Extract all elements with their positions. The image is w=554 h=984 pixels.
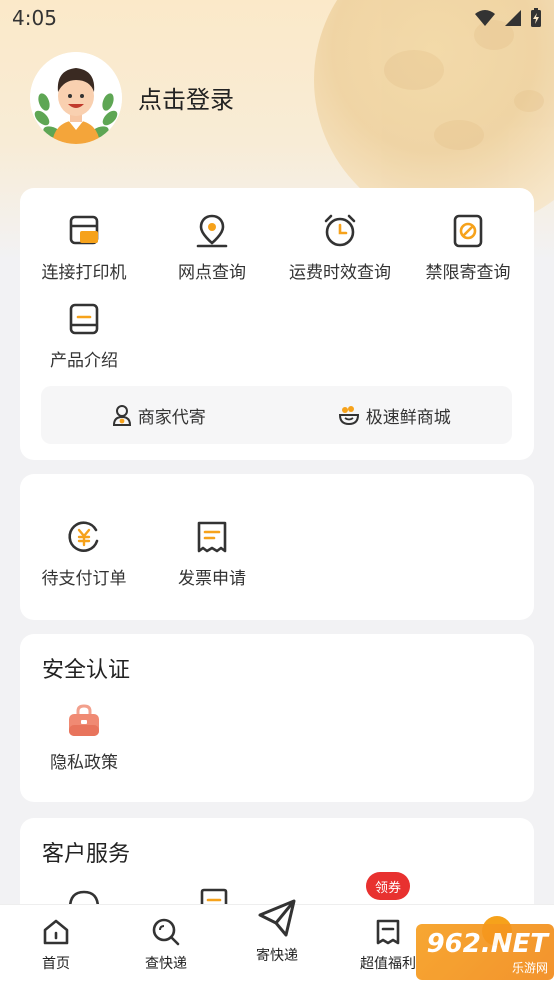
printer-icon bbox=[69, 215, 99, 245]
invoice-icon bbox=[197, 521, 227, 553]
alarm-clock-icon bbox=[324, 214, 356, 247]
search-icon bbox=[152, 918, 180, 946]
pending-payment-orders-label: 待支付订单 bbox=[41, 569, 127, 589]
nav-track-package[interactable]: 查快递 bbox=[126, 917, 206, 973]
fresh-mall-button[interactable]: 极速鲜商城 bbox=[277, 403, 513, 428]
merchant-shipping-label: 商家代寄 bbox=[137, 407, 206, 428]
connect-printer-button[interactable]: 连接打印机 bbox=[20, 212, 148, 283]
customer-service-section-title: 客户服务 bbox=[42, 842, 131, 867]
status-time: 4:05 bbox=[12, 6, 57, 30]
avatar-illustration-icon bbox=[30, 52, 122, 144]
tools-card: 连接打印机 网点查询 运费时效查询 禁限寄查询 产品介绍 商家代寄 极速鲜商城 bbox=[20, 188, 534, 460]
privacy-policy-button[interactable]: 隐私政策 bbox=[20, 702, 148, 773]
invoice-request-label: 发票申请 bbox=[178, 569, 246, 589]
nav-home[interactable]: 首页 bbox=[16, 917, 96, 973]
yuan-payment-icon bbox=[68, 521, 99, 552]
nav-home-label: 首页 bbox=[42, 956, 70, 972]
battery-icon bbox=[531, 8, 541, 27]
merchant-shipping-button[interactable]: 商家代寄 bbox=[41, 403, 277, 428]
outlet-query-button[interactable]: 网点查询 bbox=[148, 212, 276, 283]
status-bar: 4:05 bbox=[0, 0, 554, 36]
coupon-badge[interactable]: 领券 bbox=[366, 872, 410, 900]
connect-printer-label: 连接打印机 bbox=[41, 263, 127, 283]
pending-payment-orders-button[interactable]: 待支付订单 bbox=[20, 518, 148, 589]
outlet-query-label: 网点查询 bbox=[178, 263, 246, 283]
restricted-items-query-label: 禁限寄查询 bbox=[425, 263, 511, 283]
product-intro-label: 产品介绍 bbox=[50, 351, 118, 371]
fresh-bowl-icon bbox=[338, 406, 359, 426]
paper-plane-icon bbox=[258, 899, 296, 937]
nav-track-package-label: 查快递 bbox=[145, 956, 187, 972]
merchant-person-icon bbox=[112, 405, 131, 426]
fresh-mall-label: 极速鲜商城 bbox=[365, 407, 451, 428]
wifi-icon bbox=[475, 10, 495, 26]
privacy-policy-label: 隐私政策 bbox=[50, 753, 118, 773]
security-card: 安全认证 隐私政策 bbox=[20, 634, 534, 802]
prohibited-icon bbox=[453, 214, 483, 248]
product-intro-button[interactable]: 产品介绍 bbox=[20, 300, 148, 371]
nav-send-package[interactable]: 寄快递 bbox=[237, 897, 317, 965]
site-watermark: 962.NET 乐游网 bbox=[416, 924, 554, 980]
nav-deals-label: 超值福利 bbox=[360, 956, 416, 972]
merchant-services-bar: 商家代寄 极速鲜商城 bbox=[41, 386, 512, 444]
coupon-icon bbox=[376, 919, 400, 945]
invoice-request-button[interactable]: 发票申请 bbox=[148, 518, 276, 589]
nav-send-package-label: 寄快递 bbox=[256, 948, 298, 964]
home-icon bbox=[43, 919, 69, 945]
lock-icon bbox=[69, 704, 99, 736]
user-avatar[interactable] bbox=[30, 52, 122, 144]
login-prompt[interactable]: 点击登录 bbox=[138, 80, 234, 115]
restricted-items-query-button[interactable]: 禁限寄查询 bbox=[404, 212, 532, 283]
orders-card: 待支付订单 发票申请 bbox=[20, 474, 534, 620]
watermark-sub: 乐游网 bbox=[511, 960, 548, 975]
security-section-title: 安全认证 bbox=[42, 658, 131, 683]
shipping-time-query-button[interactable]: 运费时效查询 bbox=[276, 212, 404, 283]
book-icon bbox=[69, 303, 99, 335]
watermark-brand: 962.NET bbox=[426, 928, 548, 959]
shipping-time-query-label: 运费时效查询 bbox=[289, 263, 391, 283]
location-pin-icon bbox=[196, 214, 228, 248]
signal-icon bbox=[505, 10, 521, 26]
